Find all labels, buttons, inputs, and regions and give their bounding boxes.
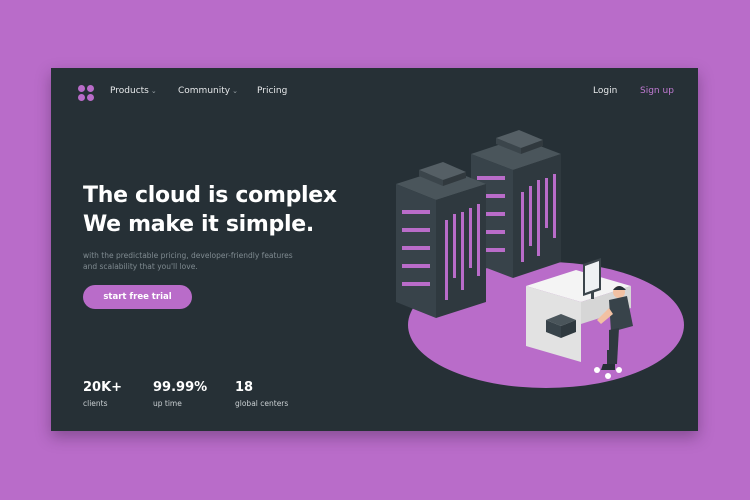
clover-logo-icon[interactable]: [78, 85, 94, 101]
nav-products[interactable]: Products ⌄: [110, 86, 157, 96]
signup-link[interactable]: Sign up: [640, 86, 674, 96]
stat-value: 18: [235, 380, 254, 395]
nav-products-label: Products: [110, 86, 149, 96]
hero-title-line2: We make it simple.: [83, 212, 314, 237]
hero-title-line1: The cloud is complex: [83, 183, 337, 208]
start-free-trial-button[interactable]: start free trial: [83, 285, 192, 309]
hero-subtitle-line1: with the predictable pricing, developer-…: [83, 251, 293, 260]
stat-value: 99.99%: [153, 380, 208, 395]
hero-subtitle-line2: and scalability that you'll love.: [83, 262, 198, 271]
stat-clients: 20K+ clients: [83, 380, 122, 408]
landing-page-window: Products ⌄ Community ⌄ Pricing Login Sign …: [51, 68, 698, 431]
nav-pricing[interactable]: Pricing: [257, 86, 287, 96]
server-illustration: [396, 130, 684, 388]
login-link[interactable]: Login: [593, 86, 617, 96]
nav-community[interactable]: Community ⌄: [178, 86, 238, 96]
nav-pricing-label: Pricing: [257, 86, 288, 96]
stat-uptime: 99.99% up time: [153, 380, 207, 408]
chevron-down-icon: ⌄: [150, 87, 157, 95]
nav-community-label: Community: [178, 86, 231, 96]
stat-value: 20K+: [83, 380, 123, 395]
stat-global-centers: 18 global centers: [235, 380, 288, 408]
stat-label: up time: [153, 399, 182, 408]
hero-subtitle: with the predictable pricing, developer-…: [83, 250, 313, 272]
stat-label: global centers: [235, 399, 289, 408]
server-rack-front: [396, 162, 486, 318]
stat-label: clients: [83, 399, 108, 408]
hero-title: The cloud is complex We make it simple.: [83, 181, 337, 239]
chevron-down-icon: ⌄: [232, 87, 238, 95]
